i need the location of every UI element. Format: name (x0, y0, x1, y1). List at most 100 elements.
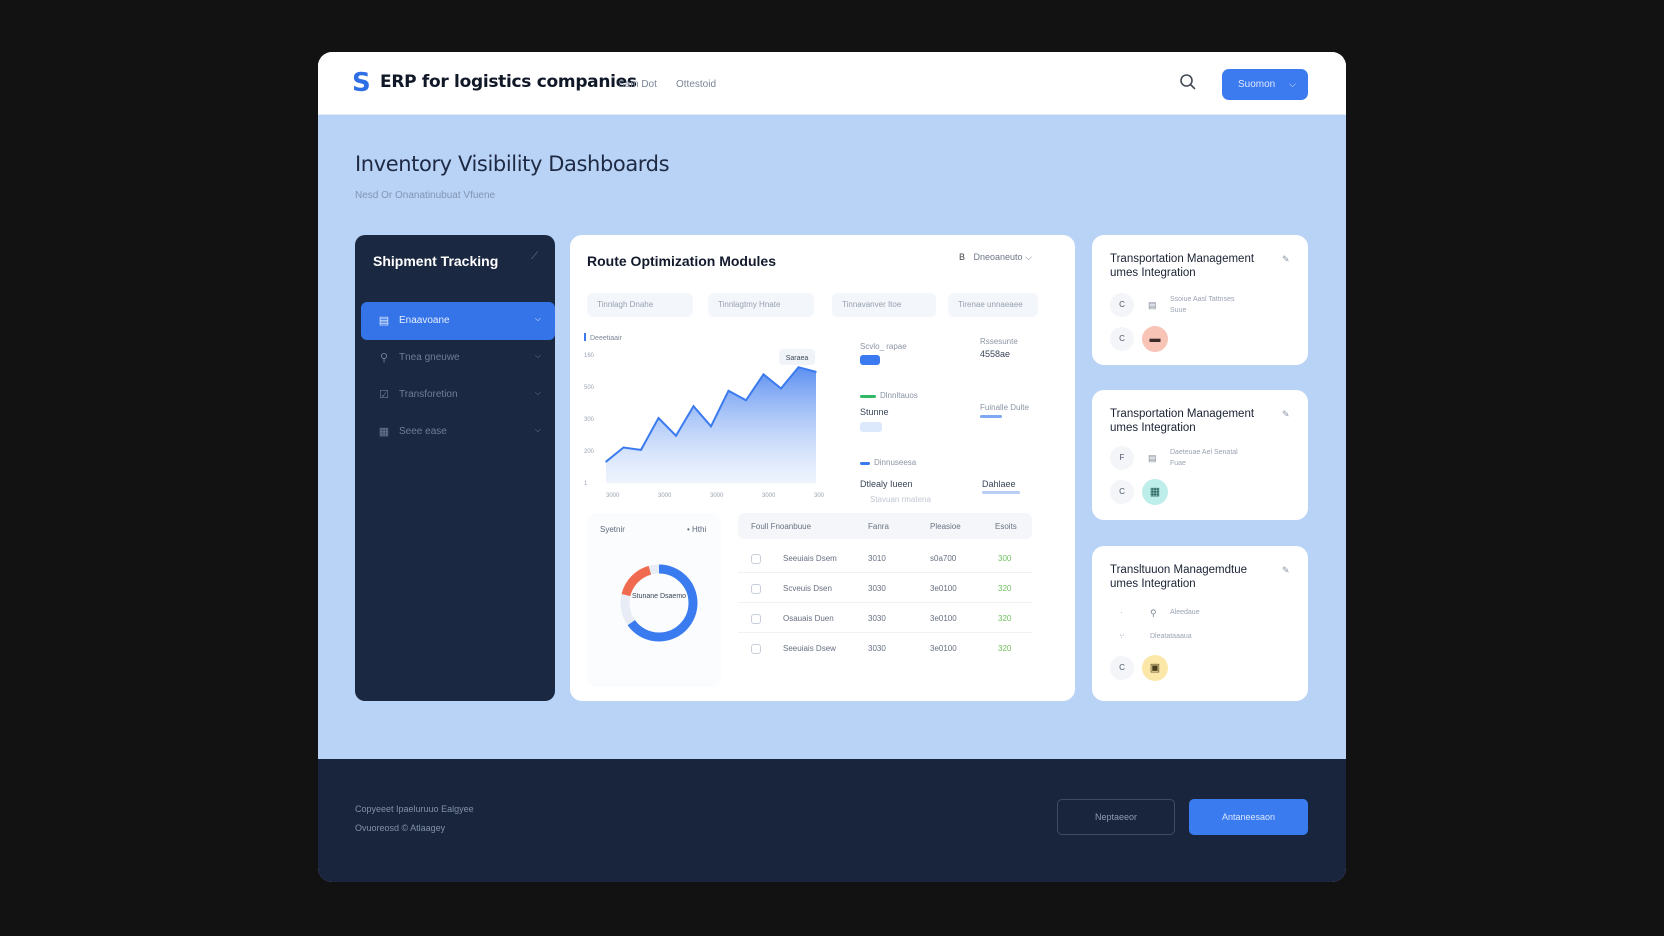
column-header[interactable]: Pleasioe (930, 522, 961, 531)
app-title: ERP for logistics companies (380, 72, 637, 92)
table-cell: 3e0100 (930, 614, 957, 623)
tm-chip: C (1110, 656, 1134, 680)
document-icon: ▤ (1148, 453, 1157, 463)
row-checkbox[interactable] (751, 584, 761, 594)
data-point (692, 405, 695, 407)
filter-pill-1[interactable]: Tinnlagh Dnahe (587, 293, 693, 317)
metric-3-label: Dinnuseesa (874, 458, 917, 467)
donut-header: Syetnir (600, 525, 625, 534)
box-icon: ▣ (1142, 655, 1168, 681)
data-point (745, 399, 747, 402)
top-bar: S ERP for logistics companies Sam Dot Ot… (318, 52, 1346, 115)
status-cell: 320 (998, 614, 1012, 623)
metric-2-progress (980, 415, 1002, 418)
chevron-down-icon: ⌵ (1025, 252, 1032, 262)
row-checkbox[interactable] (751, 644, 761, 654)
card-menu[interactable]: B Dneoaneuto ⌵ (959, 252, 1032, 263)
tm-chip: F (1110, 446, 1134, 470)
page-subtitle: Nesd Or Onanatinubuat Vfuene (355, 190, 496, 201)
edit-icon[interactable]: ✎ (1282, 254, 1290, 265)
y-tick-label: 200 (584, 449, 595, 455)
table-row[interactable]: Seeuiais Dsem 3010 s0a700 300 (738, 543, 1032, 573)
chevron-down-icon: ⌵ (1289, 79, 1296, 89)
card-menu-label: Dneoaneuto (973, 252, 1023, 262)
search-icon[interactable] (1178, 72, 1198, 92)
tm-chip: C (1110, 480, 1134, 504)
edit-icon[interactable]: ✎ (1282, 565, 1290, 576)
card-title: Route Optimization Modules (587, 253, 776, 269)
y-tick-label: 1 (584, 481, 588, 487)
tm-card-3[interactable]: Transltuuon Managemdtue umes Integration… (1092, 546, 1308, 701)
tm-card-2[interactable]: Transportation Management umes Integrati… (1092, 390, 1308, 520)
filter-pill-4[interactable]: Tirenae unnaeaee (948, 293, 1038, 317)
table-cell: 3030 (868, 584, 886, 593)
column-header[interactable]: Fanra (868, 522, 889, 531)
donut-header-right: • Hthi (687, 525, 707, 534)
row-checkbox[interactable] (751, 554, 761, 564)
sidebar-item-2[interactable]: ⚲ Tnea gneuwe ⌵ (361, 339, 555, 377)
nav-link-1[interactable]: Sam Dot (618, 79, 657, 90)
row-checkbox[interactable] (751, 614, 761, 624)
edit-icon[interactable]: ✎ (1282, 409, 1290, 420)
metric-2-bar (860, 422, 882, 432)
sidebar: Shipment Tracking ⟋ ▤ Enaavoane ⌵ ⚲ Tnea… (355, 235, 555, 701)
footer-copyright: Ovuoreosd © Atlaagey (355, 823, 446, 833)
primary-action-button[interactable]: Suomon ⌵ (1222, 69, 1308, 100)
table-cell: 3030 (868, 614, 886, 623)
sidebar-item-4[interactable]: ▦ Seee ease ⌵ (361, 413, 555, 451)
sidebar-item-1[interactable]: ▤ Enaavoane ⌵ (361, 302, 555, 340)
inventory-icon: ▤ (378, 315, 390, 327)
table-row[interactable]: Scveuis Dsen 3030 3e0100 320 (738, 573, 1032, 603)
table-cell: Seeuiais Dsew (783, 644, 836, 653)
logo-icon: S (352, 68, 371, 98)
tm-card-title: Transltuuon Managemdtue umes Integration (1110, 564, 1248, 590)
data-point (797, 366, 800, 368)
table-cell: 3010 (868, 554, 886, 563)
data-point (780, 387, 782, 390)
data-point (762, 373, 765, 376)
sidebar-item-label: Enaavoane (399, 315, 450, 326)
table-row[interactable]: Osauais Duen 3030 3e0100 320 (738, 603, 1032, 633)
metric-1-bar (860, 355, 880, 365)
metric-2-sub: Fuinalle Dulte (980, 403, 1029, 412)
status-cell: 320 (998, 644, 1012, 653)
filter-pill-2[interactable]: Tinnlagtmy Hnate (708, 293, 814, 317)
collapse-icon[interactable]: ⟋ (531, 251, 538, 262)
column-header[interactable]: Foull Fnoanbuue (751, 522, 811, 531)
secondary-button[interactable]: Neptaeeor (1057, 799, 1175, 835)
footer: Copyeeet Ipaeluruuo Ealgyee Ovuoreosd © … (318, 759, 1346, 882)
tm-text: Aleedaue (1170, 609, 1200, 616)
filter-pill-3[interactable]: Tinnavanver Itoe (832, 293, 936, 317)
sidebar-item-3[interactable]: ☑ Transforetion ⌵ (361, 376, 555, 414)
table-cell: Scveuis Dsen (783, 584, 832, 593)
nav-link-2[interactable]: Ottestoid (676, 79, 716, 90)
route-icon: ⚲ (1150, 608, 1157, 618)
metric-3-sub: Stavuan rmatena (870, 495, 931, 504)
table-cell: 3030 (868, 644, 886, 653)
y-axis: 160 500 300 200 1 (584, 353, 595, 487)
dot-icon: · (1120, 607, 1123, 617)
grid-icon: ▦ (1142, 479, 1168, 505)
area-chart: Deeetiaair 1605003002001 3000 3000 3000 300… (584, 333, 824, 499)
metric-3-line (860, 462, 870, 465)
tm-text: Dleatataaaua (1150, 633, 1192, 640)
status-cell: 320 (998, 584, 1012, 593)
data-point (640, 449, 642, 451)
y-tick-label: 500 (584, 385, 595, 391)
column-header[interactable]: Esoits (995, 522, 1017, 531)
chevron-down-icon: ⌵ (534, 351, 541, 360)
primary-button[interactable]: Antaneesaon (1189, 799, 1308, 835)
footer-text: Copyeeet Ipaeluruuo Ealgyee (355, 804, 474, 814)
tm-card-1[interactable]: Transportation Management umes Integrati… (1092, 235, 1308, 365)
table-row[interactable]: Seeuiais Dsew 3030 3e0100 320 (738, 633, 1032, 663)
route-optimization-card: Route Optimization Modules B Dneoaneuto … (570, 235, 1075, 701)
sidebar-item-label: Seee ease (399, 426, 447, 437)
sidebar-item-label: Transforetion (399, 389, 458, 400)
metric-1-sub: Rssesunte (980, 337, 1018, 346)
branch-icon: ⑂ (1119, 631, 1125, 641)
metric-1-value: 4558ae (980, 349, 1011, 359)
chevron-down-icon: ⌵ (534, 388, 541, 397)
tm-text: Daeteuae Ael Senatal (1170, 449, 1238, 456)
routes-table: Foull Fnoanbuue Fanra Pleasioe Esoits Se… (738, 513, 1032, 687)
chevron-down-icon: ⌵ (534, 425, 541, 434)
